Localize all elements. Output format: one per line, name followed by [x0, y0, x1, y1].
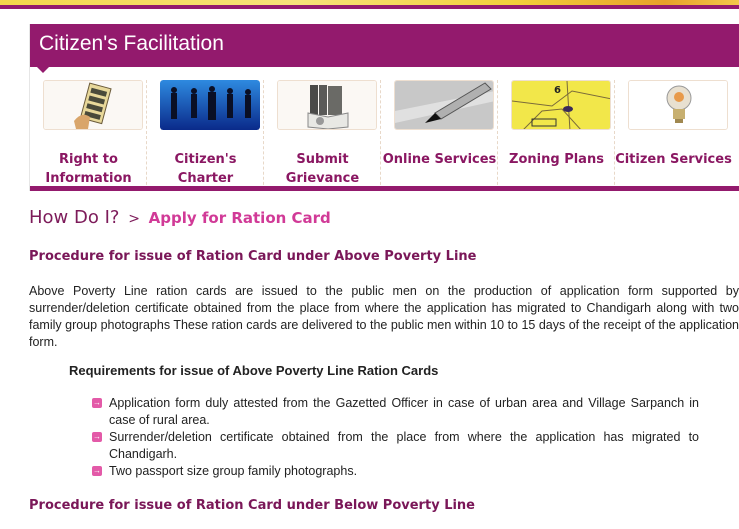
facilitation-bottom-bar	[30, 186, 739, 191]
tile-label[interactable]: Right to Information	[30, 150, 147, 188]
breadcrumb: How Do I? > Apply for Ration Card	[29, 207, 331, 228]
top-strip	[0, 5, 739, 9]
tile-label[interactable]: Online Services	[381, 150, 498, 169]
requirement-text: Two passport size group family photograp…	[109, 464, 358, 478]
apl-procedure-heading: Procedure for issue of Ration Card under…	[29, 249, 477, 264]
lightbulb-icon[interactable]	[628, 80, 728, 130]
map-icon[interactable]: 6	[511, 80, 611, 130]
citizens-facilitation-panel: Citizen's Facilitation Right to Informat…	[29, 24, 739, 191]
bpl-procedure-heading: Procedure for issue of Ration Card under…	[29, 498, 475, 513]
breadcrumb-separator: >	[128, 211, 140, 227]
people-silhouettes-icon[interactable]	[160, 80, 260, 130]
breadcrumb-current: Apply for Ration Card	[148, 209, 331, 227]
tile-label[interactable]: Citizen's Charter	[147, 150, 264, 188]
tile-label[interactable]: Submit Grievance	[264, 150, 381, 188]
list-item: → Application form duly attested from th…	[92, 395, 699, 429]
tile-label[interactable]: Citizen Services	[615, 150, 732, 169]
header-pointer	[37, 67, 49, 73]
svg-text:6: 6	[554, 85, 561, 96]
requirement-text: Surrender/deletion certificate obtained …	[109, 430, 699, 461]
tile-citizen-services[interactable]: Citizen Services	[615, 80, 732, 190]
requirements-list: → Application form duly attested from th…	[92, 395, 699, 480]
pen-icon[interactable]	[394, 80, 494, 130]
tile-right-to-information[interactable]: Right to Information	[30, 80, 147, 190]
arrow-bullet-icon: →	[92, 398, 102, 408]
list-item: → Two passport size group family photogr…	[92, 463, 699, 480]
tile-online-services[interactable]: Online Services	[381, 80, 498, 190]
arrow-bullet-icon: →	[92, 432, 102, 442]
apl-procedure-paragraph: Above Poverty Line ration cards are issu…	[29, 284, 739, 349]
requirements-heading: Requirements for issue of Above Poverty …	[69, 363, 439, 378]
arrow-bullet-icon: →	[92, 466, 102, 476]
requirement-text: Application form duly attested from the …	[109, 396, 699, 427]
breadcrumb-root[interactable]: How Do I?	[29, 207, 119, 228]
facilitation-tiles: Right to Information Citizen's Charter S…	[30, 80, 739, 190]
rti-document-hand-icon[interactable]	[43, 80, 143, 130]
facilitation-header: Citizen's Facilitation	[30, 24, 739, 67]
tile-label[interactable]: Zoning Plans	[498, 150, 615, 169]
facilitation-title: Citizen's Facilitation	[39, 32, 224, 55]
tile-zoning-plans[interactable]: 6 Zoning Plans	[498, 80, 615, 190]
tile-citizens-charter[interactable]: Citizen's Charter	[147, 80, 264, 190]
books-icon[interactable]	[277, 80, 377, 130]
list-item: → Surrender/deletion certificate obtaine…	[92, 429, 699, 463]
tile-submit-grievance[interactable]: Submit Grievance	[264, 80, 381, 190]
